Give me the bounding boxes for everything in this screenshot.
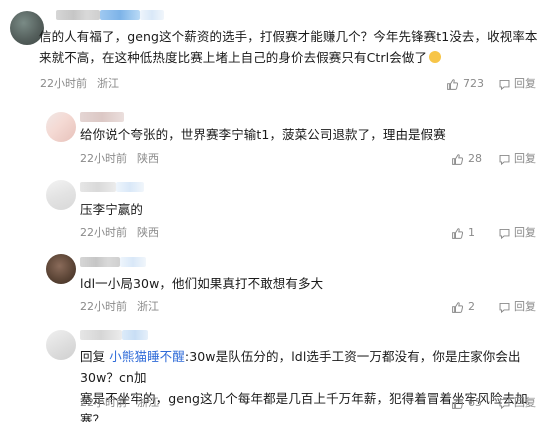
comment-time: 22小时前 — [40, 77, 87, 90]
comment-text-content: 信的人有福了，geng这个薪资的选手，打假赛才能赚几个？今年先锋赛t1没去，收视… — [39, 29, 538, 65]
avatar[interactable] — [46, 254, 76, 284]
comment-item: 压李宁赢的 22小时前 陕西 1 回复 — [0, 172, 550, 244]
comment-time: 22小时前 — [80, 152, 127, 165]
avatar[interactable] — [46, 112, 76, 142]
like-count: 28 — [468, 152, 482, 165]
thumbs-up-icon[interactable] — [446, 78, 459, 91]
reply-icon — [498, 397, 511, 410]
comment-item: 信的人有福了，geng这个薪资的选手，打假赛才能赚几个？今年先锋赛t1没去，收视… — [0, 0, 550, 100]
comment-item: 回复 小熊猫睡不醒:30w是队伍分的，ldl选手工资一万都没有，你是庄家你会出3… — [0, 320, 550, 422]
comment-item: ldl一小局30w，他们如果真打不敢想有多大 22小时前 浙江 2 回复 — [0, 244, 550, 320]
reply-icon — [498, 78, 511, 91]
avatar[interactable] — [46, 330, 76, 360]
reply-icon — [498, 153, 511, 166]
comment-text: 回复 小熊猫睡不醒:30w是队伍分的，ldl选手工资一万都没有，你是庄家你会出3… — [80, 346, 545, 422]
mention-link[interactable]: 小熊猫睡不醒 — [109, 349, 185, 364]
like-count: 2 — [468, 300, 475, 313]
thumbs-up-icon[interactable] — [451, 397, 464, 410]
reply-icon — [498, 301, 511, 314]
comment-actions: 28 回复 — [451, 152, 536, 166]
comment-text: ldl一小局30w，他们如果真打不敢想有多大 — [80, 276, 324, 291]
user-tag-blurred — [120, 257, 146, 267]
thumbs-up-icon[interactable] — [451, 301, 464, 314]
like-count: 723 — [463, 77, 484, 90]
comment-location: 浙江 — [137, 300, 159, 313]
reply-button[interactable]: 回复 — [498, 77, 536, 91]
username-blurred[interactable] — [56, 10, 100, 20]
comment-meta: 22小时前 浙江 — [40, 77, 129, 91]
comment-location: 陕西 — [137, 226, 159, 239]
reply-button[interactable]: 回复 — [498, 226, 536, 240]
username-blurred[interactable] — [80, 112, 124, 122]
comment-text: 给你说个夸张的，世界赛李宁输t1，菠菜公司退款了，理由是假赛 — [80, 127, 446, 142]
comment-item: 给你说个夸张的，世界赛李宁输t1，菠菜公司退款了，理由是假赛 22小时前 陕西 2… — [0, 100, 550, 172]
reply-prefix: 回复 — [80, 349, 106, 364]
reply-label: 回复 — [514, 300, 536, 313]
comment-time: 22小时前 — [80, 396, 127, 409]
username-blurred[interactable] — [80, 257, 120, 267]
comment-actions: 2 回复 — [451, 300, 536, 314]
reply-label: 回复 — [514, 77, 536, 90]
username-blurred[interactable] — [80, 330, 122, 340]
reply-label: 回复 — [514, 226, 536, 239]
comment-location: 陕西 — [137, 152, 159, 165]
reply-button[interactable]: 回复 — [498, 152, 536, 166]
reply-icon — [498, 227, 511, 240]
reply-label: 回复 — [514, 396, 536, 409]
reply-label: 回复 — [514, 152, 536, 165]
thumbs-up-icon[interactable] — [451, 227, 464, 240]
comment-location: 浙江 — [97, 77, 119, 90]
user-tag-blurred — [140, 10, 164, 20]
comment-actions: 1 回复 — [451, 226, 536, 240]
comment-text: 压李宁赢的 — [80, 202, 144, 217]
reply-button[interactable]: 回复 — [498, 300, 536, 314]
like-count: 1 — [468, 226, 475, 239]
user-badge-blurred — [100, 10, 140, 20]
comment-time: 22小时前 — [80, 300, 127, 313]
comment-meta: 22小时前 浙江 — [80, 300, 169, 314]
comment-text: 信的人有福了，geng这个薪资的选手，打假赛才能赚几个？今年先锋赛t1没去，收视… — [39, 26, 539, 68]
reply-button[interactable]: 回复 — [498, 396, 536, 410]
avatar[interactable] — [46, 180, 76, 210]
username-blurred[interactable] — [80, 182, 116, 192]
user-tag-blurred — [116, 182, 144, 192]
grinning-sweat-emoji — [429, 51, 442, 63]
thumbs-up-icon[interactable] — [451, 153, 464, 166]
comment-actions: 723 回复 — [446, 77, 536, 91]
comment-meta: 22小时前 陕西 — [80, 152, 169, 166]
comment-actions: 65 回复 — [451, 396, 536, 410]
comment-location: 浙江 — [137, 396, 159, 409]
comment-meta: 22小时前 浙江 — [80, 396, 169, 410]
user-badge-blurred — [122, 330, 148, 340]
like-count: 65 — [468, 396, 482, 409]
comment-time: 22小时前 — [80, 226, 127, 239]
comment-meta: 22小时前 陕西 — [80, 226, 169, 240]
